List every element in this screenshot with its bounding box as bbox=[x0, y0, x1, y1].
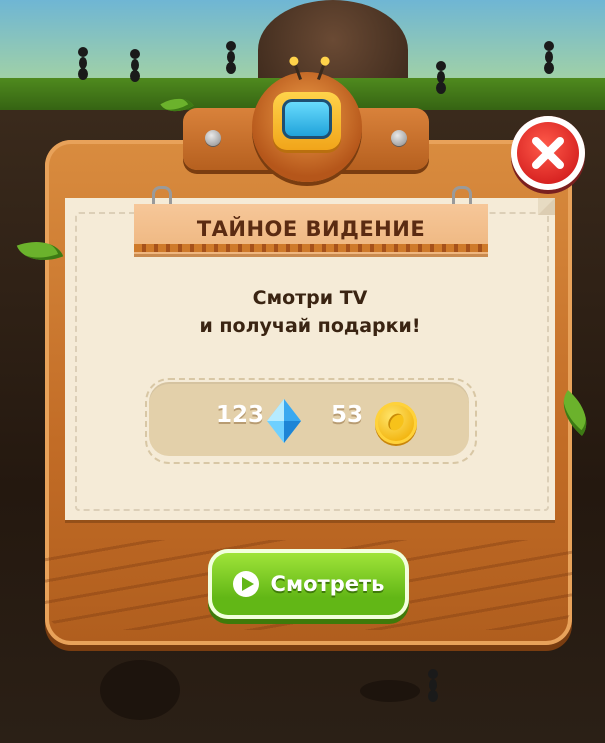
ant-figure bbox=[544, 41, 554, 74]
coin-reward-amount: 53 bbox=[331, 402, 364, 428]
watch-button-label: Смотреть bbox=[270, 572, 385, 596]
dialog-subtitle: Смотри TV и получай подарки! bbox=[75, 284, 545, 340]
ant-figure bbox=[226, 41, 236, 74]
gem-reward-amount: 123 bbox=[216, 402, 265, 428]
nail-icon bbox=[205, 130, 221, 146]
dialog-title: ТАЙНОЕ ВИДЕНИЕ bbox=[196, 217, 426, 241]
ant-figure bbox=[130, 49, 140, 82]
subtitle-line: и получай подарки! bbox=[199, 315, 421, 337]
play-icon bbox=[232, 571, 259, 597]
nail-icon bbox=[391, 130, 407, 146]
reward-box bbox=[149, 382, 469, 456]
ant-figure bbox=[428, 669, 438, 702]
watch-button[interactable]: Смотреть bbox=[208, 549, 409, 619]
tv-screen bbox=[282, 99, 332, 139]
ant-figure bbox=[436, 61, 446, 94]
ant-figure bbox=[78, 47, 88, 80]
tunnel-decoration bbox=[360, 680, 420, 702]
coin-icon bbox=[375, 402, 417, 444]
gem-icon bbox=[267, 399, 301, 443]
paper-fold-corner bbox=[538, 198, 555, 215]
close-button[interactable] bbox=[511, 116, 585, 190]
close-icon bbox=[532, 137, 564, 169]
subtitle-line: Смотри TV bbox=[252, 287, 368, 309]
paper-dashed-border bbox=[75, 212, 549, 511]
coin-mark bbox=[385, 410, 407, 434]
title-ribbon-stripe bbox=[134, 244, 488, 252]
tunnel-decoration bbox=[100, 660, 180, 720]
